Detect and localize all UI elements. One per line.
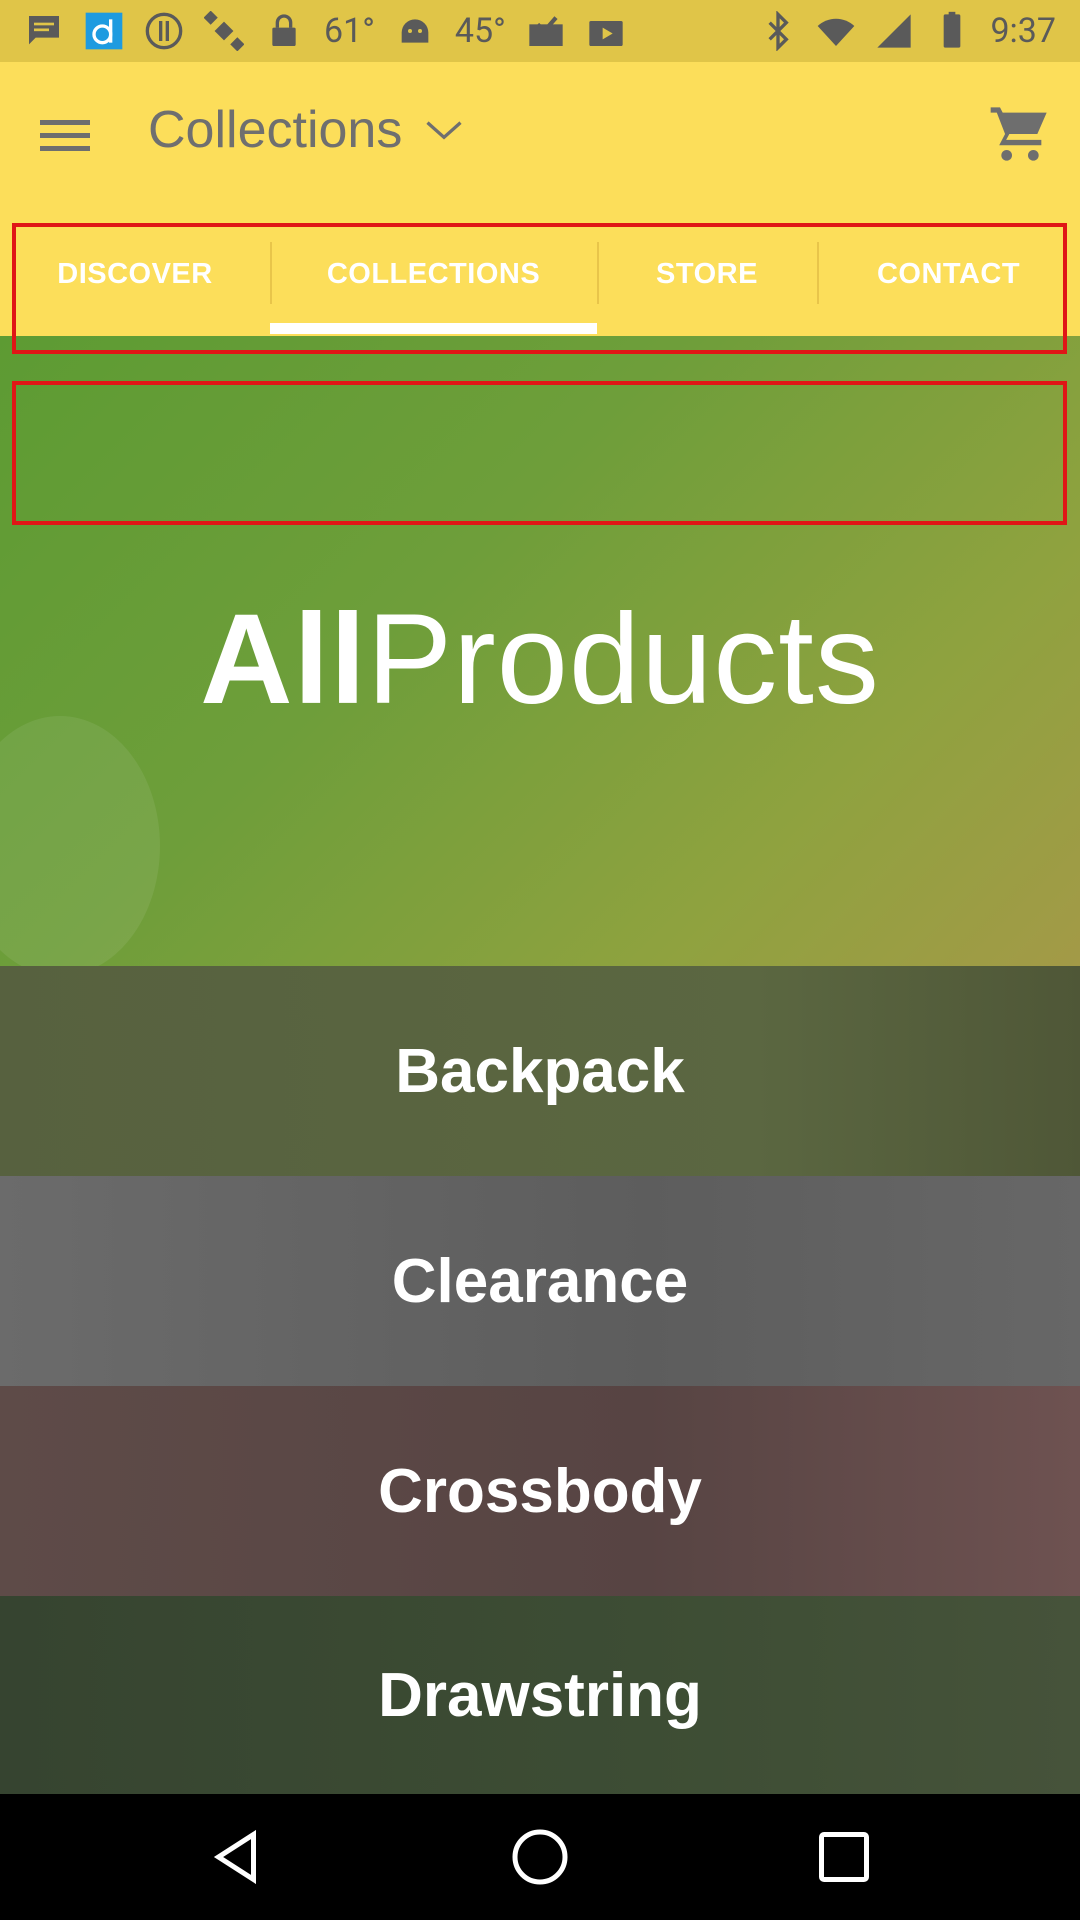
tab-discover[interactable]: DISCOVER [0,212,270,336]
temperature-1: 61° [324,11,375,51]
status-bar: 61° 45° 9:37 [0,0,1080,62]
cart-icon[interactable] [988,102,1052,166]
alert-icon [144,11,184,51]
back-icon[interactable] [206,1827,266,1887]
hero-banner: AllProducts [0,336,1080,966]
inbox-check-icon [526,11,566,51]
tab-contact[interactable]: CONTACT [817,212,1080,336]
play-store-icon [586,11,626,51]
android-icon [395,11,435,51]
home-icon[interactable] [510,1827,570,1887]
temperature-2: 45° [454,11,506,51]
menu-icon[interactable] [40,112,104,172]
hero-title-light: Products [366,588,880,731]
category-item-drawstring[interactable]: Drawstring [0,1596,1080,1794]
hero-title: AllProducts [0,586,1080,733]
satellite-icon [204,11,244,51]
navigation-bar [0,1794,1080,1920]
tab-collections[interactable]: COLLECTIONS [270,212,597,336]
status-time: 9:37 [990,11,1056,51]
hero-title-bold: All [200,588,367,731]
category-item-crossbody[interactable]: Crossbody [0,1386,1080,1596]
bluetooth-icon [758,11,798,51]
wifi-icon [816,11,856,51]
app-bar: Collections [0,62,1080,212]
signal-icon [874,11,914,51]
category-item-clearance[interactable]: Clearance [0,1176,1080,1386]
lock-icon [264,11,304,51]
tab-bar: DISCOVER COLLECTIONS STORE CONTACT [0,212,1080,336]
recent-apps-icon[interactable] [814,1827,874,1887]
collections-dropdown[interactable]: Collections [148,100,466,160]
category-item-backpack[interactable]: Backpack [0,966,1080,1176]
app-title: Collections [148,101,403,159]
app-d-icon [84,11,124,51]
battery-icon [932,11,972,51]
chevron-down-icon [426,121,462,140]
tab-store[interactable]: STORE [597,212,817,336]
message-icon [24,11,64,51]
